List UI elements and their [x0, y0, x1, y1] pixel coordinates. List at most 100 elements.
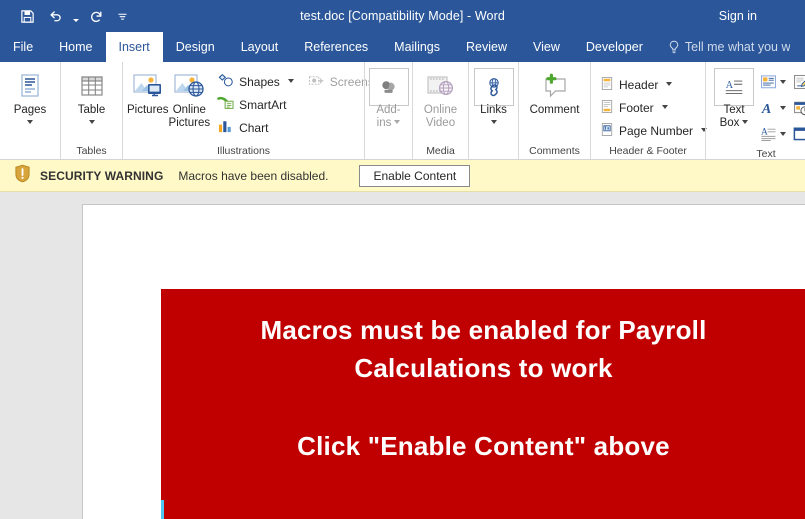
ribbon-content: Pages Table Tables Pictures Online Pictu…	[0, 62, 805, 160]
tab-layout[interactable]: Layout	[228, 32, 292, 62]
chart-label: Chart	[239, 120, 269, 135]
ribbon-group-illustrations: Pictures Online Pictures Shapes SmartArt…	[122, 62, 405, 159]
text-group-icons: A A	[758, 67, 805, 147]
links-dropdown-icon[interactable]	[490, 120, 497, 124]
text-box-button[interactable]: A Text Box	[710, 67, 758, 130]
quick-parts-icon[interactable]	[758, 74, 779, 90]
online-pictures-label-2: Pictures	[168, 117, 211, 129]
tab-mailings[interactable]: Mailings	[381, 32, 453, 62]
tab-insert[interactable]: Insert	[105, 32, 163, 62]
header-button[interactable]: Header	[595, 73, 712, 96]
group-label-illustrations: Illustrations	[216, 145, 271, 157]
comment-icon	[539, 70, 571, 104]
word-window: test.doc [Compatibility Mode] - Word Sig…	[0, 0, 805, 519]
document-area[interactable]: Macros must be enabled for Payroll Calcu…	[0, 192, 805, 519]
add-ins-button[interactable]: Add- ins	[368, 67, 409, 130]
document-page[interactable]: Macros must be enabled for Payroll Calcu…	[82, 204, 805, 519]
comment-button[interactable]: Comment	[523, 67, 586, 117]
tab-view[interactable]: View	[520, 32, 573, 62]
table-button[interactable]: Table	[65, 67, 118, 124]
page-number-label: Page Number	[619, 123, 694, 138]
text-box-icon-box: A	[714, 68, 754, 106]
tab-file[interactable]: File	[0, 32, 46, 62]
screenshot-icon	[308, 73, 325, 91]
wordart-dropdown-icon[interactable]	[780, 106, 786, 110]
header-footer-buttons: Header Footer Page Number	[595, 67, 712, 142]
undo-dropdown-icon[interactable]	[70, 4, 81, 28]
security-warning-bar: SECURITY WARNING Macros have been disabl…	[0, 160, 805, 192]
group-label-pages	[0, 144, 60, 159]
links-button[interactable]: Links	[473, 67, 514, 124]
enable-content-button[interactable]: Enable Content	[359, 164, 471, 187]
pages-dropdown-icon[interactable]	[27, 120, 33, 124]
table-icon	[77, 70, 107, 104]
illustrations-small-buttons: Shapes SmartArt Chart	[212, 67, 299, 139]
smartart-button[interactable]: SmartArt	[212, 93, 299, 116]
shapes-icon	[217, 73, 234, 91]
drop-cap-dropdown-icon[interactable]	[780, 132, 786, 136]
tab-review[interactable]: Review	[453, 32, 520, 62]
quick-parts-dropdown-icon[interactable]	[780, 80, 786, 84]
svg-text:A: A	[726, 80, 734, 91]
text-box-icon: A	[714, 68, 754, 106]
ribbon-group-comments: Comment Comments	[518, 62, 590, 159]
undo-icon[interactable]	[42, 4, 68, 28]
tab-design[interactable]: Design	[163, 32, 228, 62]
redo-icon[interactable]	[83, 4, 109, 28]
group-label-addins	[365, 144, 412, 159]
add-ins-dropdown-icon[interactable]	[394, 119, 401, 124]
shield-warning-icon	[14, 164, 31, 188]
customize-quick-access-toolbar-icon[interactable]	[117, 4, 128, 28]
sign-in-button[interactable]: Sign in	[719, 9, 757, 23]
text-box-dropdown-icon[interactable]	[742, 119, 749, 124]
text-cursor	[161, 500, 164, 519]
group-label-text: Text	[756, 148, 776, 160]
ribbon-group-text: A Text Box A A Text	[705, 62, 805, 160]
online-pictures-icon	[172, 70, 206, 104]
header-dropdown-icon[interactable]	[666, 81, 673, 86]
tab-developer[interactable]: Developer	[573, 32, 656, 62]
object-icon[interactable]	[791, 126, 805, 142]
shapes-dropdown-icon[interactable]	[287, 78, 294, 83]
quick-access-toolbar	[0, 4, 128, 28]
group-label-links	[469, 144, 518, 159]
comment-label: Comment	[529, 104, 580, 116]
banner-line-2: Calculations to work	[354, 353, 613, 383]
links-icon-box	[473, 68, 514, 106]
date-and-time-icon[interactable]	[791, 100, 805, 116]
ribbon-group-tables: Table Tables	[60, 62, 122, 159]
add-ins-label-2: ins	[377, 117, 401, 130]
text-icon-row-2: A	[758, 95, 805, 121]
pictures-button[interactable]: Pictures	[127, 67, 169, 117]
ribbon-group-header-footer: Header Footer Page Number Header & Foote…	[590, 62, 708, 159]
add-ins-icon-box	[368, 68, 409, 106]
footer-dropdown-icon[interactable]	[661, 104, 668, 109]
links-label: Links	[480, 104, 507, 116]
shapes-button[interactable]: Shapes	[212, 70, 299, 93]
online-video-button[interactable]: Online Video	[417, 67, 464, 130]
ribbon-group-media: Online Video Media	[412, 62, 468, 159]
save-icon[interactable]	[14, 4, 40, 28]
security-warning-title: SECURITY WARNING	[40, 168, 164, 183]
svg-text:A: A	[761, 101, 771, 116]
footer-button[interactable]: Footer	[595, 96, 712, 119]
pages-button[interactable]: Pages	[4, 67, 56, 124]
footer-label: Footer	[619, 100, 654, 115]
tab-home[interactable]: Home	[46, 32, 105, 62]
online-pictures-button[interactable]: Online Pictures	[168, 67, 211, 130]
page-number-button[interactable]: Page Number	[595, 119, 712, 142]
online-video-label-1: Online	[423, 104, 458, 116]
footer-icon	[600, 99, 614, 117]
banner-line-1: Macros must be enabled for Payroll	[260, 315, 707, 345]
header-icon	[600, 76, 614, 94]
tell-me-search[interactable]: Tell me what you w	[656, 32, 790, 62]
ribbon-tabs: File Home Insert Design Layout Reference…	[0, 32, 805, 62]
table-dropdown-icon[interactable]	[88, 120, 95, 124]
signature-line-icon[interactable]	[791, 74, 805, 90]
pictures-icon	[131, 70, 165, 104]
ribbon-group-links: Links	[468, 62, 518, 159]
tab-references[interactable]: References	[291, 32, 381, 62]
group-label-tables: Tables	[76, 145, 107, 157]
drop-cap-icon[interactable]: A	[758, 126, 779, 142]
chart-button[interactable]: Chart	[212, 116, 299, 139]
